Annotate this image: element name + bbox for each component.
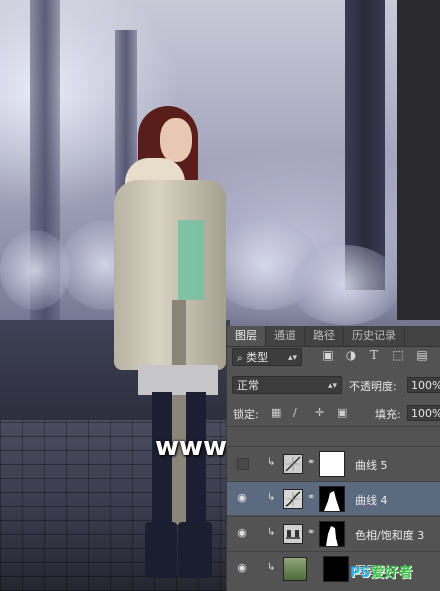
eye-icon[interactable]: ◉	[235, 492, 249, 504]
lock-position-icon[interactable]: ✛	[315, 406, 324, 419]
eye-icon[interactable]: ◉	[235, 562, 249, 574]
type-filter-icon[interactable]: T	[367, 348, 381, 362]
layer-row-hue-saturation-3[interactable]: ◉ ↳ ⚭ 色相/饱和度 3	[227, 516, 440, 550]
fill-label: 填充:	[375, 408, 401, 421]
tab-layers[interactable]: 图层	[227, 326, 266, 346]
clip-arrow-icon: ↳	[267, 527, 276, 538]
layer-mask-thumbnail[interactable]	[319, 486, 345, 512]
layer-mask-thumbnail[interactable]	[323, 556, 349, 582]
opacity-input[interactable]: 100%	[407, 377, 440, 393]
girl-skirt	[138, 365, 218, 395]
curves-adjustment-icon	[283, 454, 303, 474]
layer-name[interactable]: 曲线 5	[355, 457, 388, 473]
layer-mask-thumbnail[interactable]	[319, 521, 345, 547]
girl-belt	[172, 300, 186, 525]
eye-icon[interactable]: ◉	[235, 527, 249, 539]
layer-row-curves-5[interactable]: ↳ ⚭ 曲线 5	[227, 446, 440, 480]
layer-row-curves-4[interactable]: ◉ ↳ ⚭ 曲线 4	[227, 481, 440, 515]
lock-image-icon[interactable]: ∕	[293, 406, 297, 419]
girl-leg	[152, 392, 172, 532]
adjustment-filter-icon[interactable]: ◑	[344, 348, 358, 362]
layer-row-partial[interactable]	[227, 426, 440, 446]
tab-paths[interactable]: 路径	[305, 326, 344, 346]
site-logo-cn: 爱好者	[370, 565, 413, 581]
visibility-toggle[interactable]	[237, 458, 249, 470]
chain-link-icon[interactable]: ⚭	[307, 492, 315, 503]
tab-channels[interactable]: 通道	[266, 326, 305, 346]
panel-tabs: 图层 通道 路径 历史记录	[227, 326, 440, 347]
layer-name[interactable]: 色相/饱和度 3	[355, 527, 424, 543]
lock-label: 锁定:	[233, 408, 259, 421]
layers-panel: 图层 通道 路径 历史记录 ⌕ 类型 ▴▾ ▣ ◑ T ⬚ ▤ 正常 ▴▾ 不透…	[226, 326, 440, 591]
canvas-dark-edge	[397, 0, 440, 320]
lock-transparent-icon[interactable]: ▦	[271, 406, 281, 419]
girl-boot	[145, 522, 177, 578]
clip-arrow-icon: ↳	[267, 492, 276, 503]
hue-saturation-adjustment-icon	[283, 524, 303, 544]
tab-history[interactable]: 历史记录	[344, 326, 405, 346]
filter-kind-dropdown[interactable]: ⌕ 类型 ▴▾	[232, 348, 302, 366]
shape-filter-icon[interactable]: ⬚	[391, 348, 405, 362]
girl-leg	[186, 392, 206, 532]
girl-boot	[178, 522, 212, 578]
lock-all-icon[interactable]: ▣	[337, 406, 347, 419]
curves-adjustment-icon	[283, 489, 303, 509]
blend-mode-value: 正常	[237, 379, 259, 392]
chain-link-icon[interactable]: ⚭	[307, 527, 315, 538]
filter-kind-label: 类型	[246, 351, 269, 364]
clip-arrow-icon: ↳	[267, 562, 276, 573]
fill-input[interactable]: 100%	[407, 405, 440, 421]
site-logo: PS爱好者	[350, 562, 412, 582]
bush	[290, 245, 400, 325]
clip-arrow-icon: ↳	[267, 457, 276, 468]
chain-link-icon[interactable]: ⚭	[307, 457, 315, 468]
girl-coat	[114, 180, 226, 370]
girl-sweater	[178, 220, 204, 300]
girl-face	[160, 118, 192, 162]
layer-image-thumbnail[interactable]	[283, 557, 307, 581]
chevron-updown-icon: ▴▾	[327, 381, 337, 391]
blend-mode-dropdown[interactable]: 正常 ▴▾	[232, 376, 342, 394]
smart-object-filter-icon[interactable]: ▤	[415, 348, 429, 362]
site-logo-latin: PS	[350, 565, 371, 581]
chevron-updown-icon: ▴▾	[287, 353, 297, 363]
layer-name[interactable]: 曲线 4	[355, 492, 388, 508]
image-filter-icon[interactable]: ▣	[321, 348, 335, 362]
layer-mask-thumbnail[interactable]	[319, 451, 345, 477]
search-icon: ⌕	[237, 353, 243, 364]
opacity-label: 不透明度:	[349, 380, 397, 393]
